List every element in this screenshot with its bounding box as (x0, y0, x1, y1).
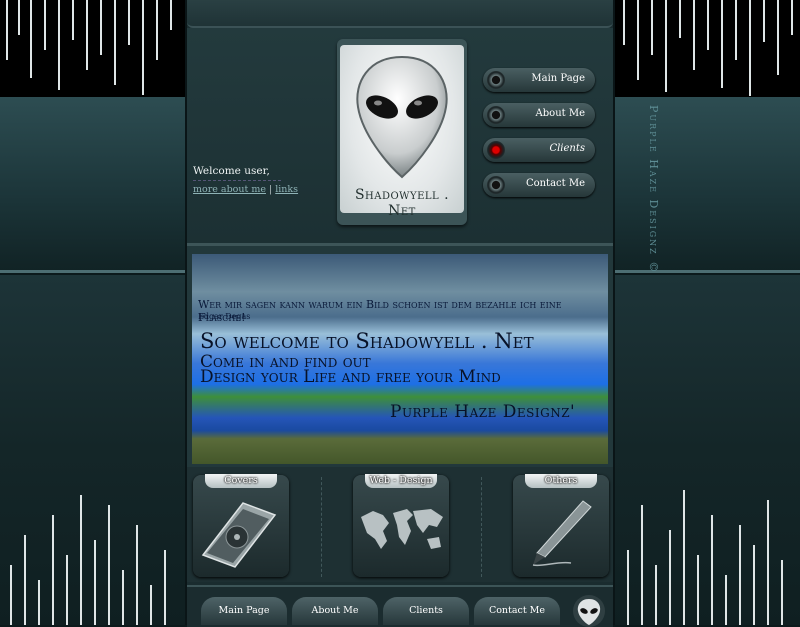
right-top-bars (615, 0, 800, 97)
category-web-design[interactable]: Web - Design (353, 474, 449, 577)
left-top-bars (0, 0, 185, 97)
footer-about-me[interactable]: About Me (292, 597, 378, 625)
right-decoration (615, 0, 800, 625)
side-brand-logo: Purple Haze Designz © (647, 105, 660, 275)
banner-line-2: Design your Life and free your Mind (200, 367, 501, 387)
world-map-icon (361, 509, 443, 549)
category-divider (321, 477, 322, 577)
left-low-band (0, 275, 185, 625)
nav-main-page[interactable]: Main Page (483, 68, 595, 92)
link-separator: | (269, 184, 273, 195)
welcome-text: Welcome user, (193, 165, 270, 177)
nav-bullet-active-icon (487, 141, 505, 159)
banner-quote: Wer mir sagen kann warum ein Bild schoen… (198, 298, 562, 324)
footer-clients[interactable]: Clients (383, 597, 469, 625)
nav-label: Contact Me (525, 178, 585, 189)
nav-label: Clients (549, 143, 585, 154)
nav-bullet-icon (487, 176, 505, 194)
links-link[interactable]: links (275, 184, 298, 195)
more-about-me-link[interactable]: more about me (193, 184, 266, 195)
right-bottom-bars (615, 485, 800, 625)
welcome-banner: Wer mir sagen kann warum ein Bild schoen… (192, 254, 608, 464)
banner-frame: Wer mir sagen kann warum ein Bild schoen… (187, 243, 613, 468)
banner-title: So welcome to Shadowyell . Net (200, 329, 534, 353)
welcome-box: Welcome user, more about me | links (193, 165, 298, 195)
pen-icon (532, 500, 592, 567)
main-column: Welcome user, more about me | links Shad… (185, 0, 615, 627)
nav-clients[interactable]: Clients (483, 138, 595, 162)
left-bottom-bars (0, 485, 185, 625)
nav-bullet-icon (487, 71, 505, 89)
right-low-band (615, 275, 800, 625)
header: Welcome user, more about me | links Shad… (187, 28, 613, 243)
alien-head-icon (356, 55, 448, 179)
logo-panel: Shadowyell . Net (340, 45, 464, 219)
top-strip (187, 0, 613, 28)
welcome-divider (193, 180, 281, 181)
category-label: Covers (205, 474, 277, 488)
welcome-links: more about me | links (193, 184, 298, 195)
right-mid-band (615, 97, 800, 273)
footer-nav: Main Page About Me Clients Contact Me (187, 585, 613, 627)
left-decoration (0, 0, 185, 625)
alien-head-icon (573, 595, 605, 627)
left-top-band (0, 0, 185, 97)
category-label: Web - Design (365, 474, 437, 488)
nav-about-me[interactable]: About Me (483, 103, 595, 127)
footer-main-page[interactable]: Main Page (201, 597, 287, 625)
cd-case-icon (201, 502, 277, 568)
right-top-band (615, 0, 800, 97)
nav-contact-me[interactable]: Contact Me (483, 173, 595, 197)
nav-label: Main Page (531, 73, 585, 84)
banner-signature: Purple Haze Designz' (390, 402, 576, 422)
footer-contact-me[interactable]: Contact Me (474, 597, 560, 625)
main-nav: Main Page About Me Clients Contact Me (483, 68, 595, 208)
category-covers[interactable]: Covers (193, 474, 289, 577)
banner-quote-author: Edgar Degas (198, 312, 251, 321)
category-panel: Covers Web - Design Others (187, 467, 613, 582)
left-mid-band (0, 97, 185, 273)
site-logo[interactable]: Shadowyell . Net (337, 39, 467, 225)
category-others[interactable]: Others (513, 474, 609, 577)
logo-text: Shadowyell . Net (354, 187, 450, 219)
category-divider (481, 477, 482, 577)
nav-label: About Me (535, 108, 585, 119)
category-label: Others (525, 474, 597, 488)
nav-bullet-icon (487, 106, 505, 124)
